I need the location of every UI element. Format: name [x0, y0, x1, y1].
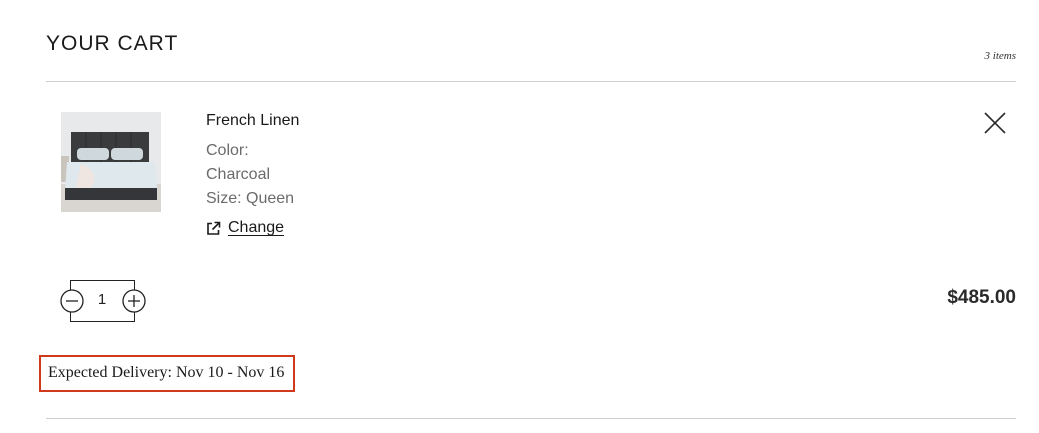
- external-link-icon: [206, 221, 221, 236]
- item-price: $485.00: [947, 287, 1016, 308]
- expected-delivery: Expected Delivery: Nov 10 - Nov 16: [39, 355, 296, 392]
- color-value: Charcoal: [206, 166, 271, 183]
- color-label: Color:: [206, 142, 249, 159]
- decrease-quantity-button[interactable]: [60, 289, 84, 313]
- minus-circle-icon: [60, 289, 84, 313]
- divider: [46, 81, 1016, 82]
- bed-image: [61, 112, 161, 212]
- product-image[interactable]: [61, 112, 161, 212]
- item-count: 3 items: [984, 50, 1016, 62]
- close-icon: [984, 112, 1006, 134]
- cart-panel: YOUR CART 3 items French Linen Color: Ch…: [0, 0, 1039, 433]
- page-title: YOUR CART: [46, 32, 179, 55]
- plus-circle-icon: [122, 289, 146, 313]
- change-label: Change: [228, 219, 285, 236]
- size-text: Size: Queen: [206, 190, 295, 207]
- increase-quantity-button[interactable]: [122, 289, 146, 313]
- quantity-value[interactable]: 1: [91, 291, 113, 308]
- change-link[interactable]: Change: [206, 219, 284, 237]
- remove-item-button[interactable]: [983, 111, 1007, 135]
- quantity-stepper: 1: [59, 280, 147, 322]
- divider: [46, 418, 1016, 419]
- product-name[interactable]: French Linen: [206, 112, 299, 130]
